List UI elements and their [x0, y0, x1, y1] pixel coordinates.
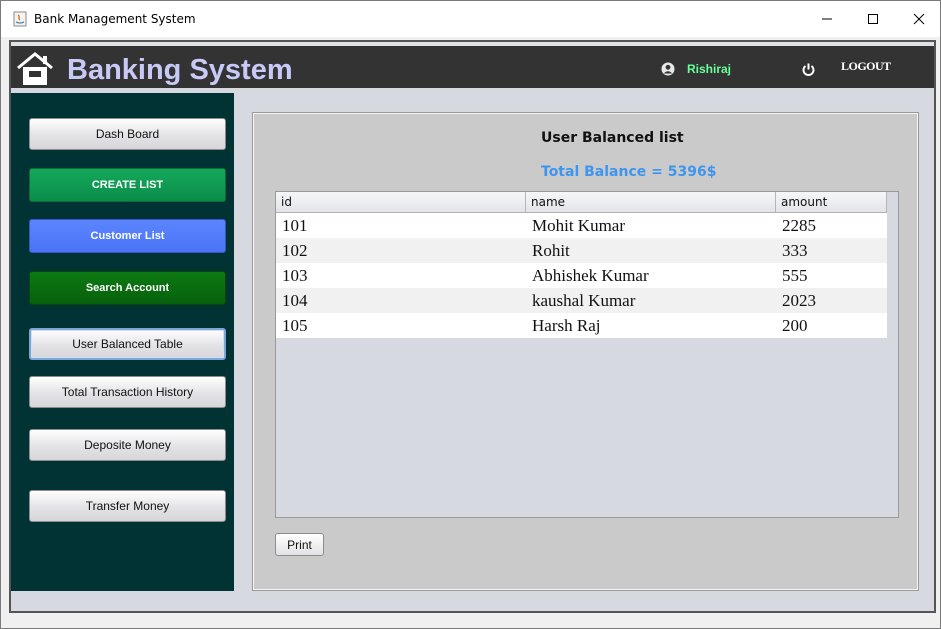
- cell-id: 104: [282, 291, 308, 310]
- maximize-icon: [868, 14, 878, 24]
- close-icon: [913, 13, 925, 25]
- cell-amount: 333: [782, 241, 808, 260]
- deposit-money-button[interactable]: Deposite Money: [29, 429, 226, 461]
- cell-name: Mohit Kumar: [532, 216, 626, 235]
- table-row[interactable]: 103 Abhishek Kumar 555: [276, 263, 887, 288]
- table-row[interactable]: 105 Harsh Raj 200: [276, 313, 887, 338]
- close-button[interactable]: [896, 1, 941, 37]
- cell-name: Rohit: [532, 241, 570, 260]
- logout-button[interactable]: LOGOUT: [841, 59, 891, 74]
- cell-name: Abhishek Kumar: [532, 266, 649, 285]
- table-row[interactable]: 102 Rohit 333: [276, 238, 887, 263]
- sidebar: Dash Board CREATE LIST Customer List Sea…: [11, 93, 234, 591]
- frame-bottom-strip: [11, 591, 934, 611]
- user-icon: [661, 62, 675, 76]
- title-bar[interactable]: Bank Management System: [1, 1, 940, 37]
- minimize-button[interactable]: [804, 1, 850, 37]
- java-app-icon: [13, 11, 27, 27]
- balance-table[interactable]: id name amount 101 Mohit Kumar 2285 102 …: [275, 191, 899, 518]
- content-panel: User Balanced list Total Balance = 5396$…: [252, 112, 919, 591]
- column-header-name[interactable]: name: [526, 192, 776, 213]
- cell-amount: 2285: [782, 216, 816, 235]
- cell-id: 103: [282, 266, 308, 285]
- main-frame: Banking System Rishiraj LOGOUT Dash Boar…: [9, 40, 936, 613]
- table-row[interactable]: 101 Mohit Kumar 2285: [276, 213, 887, 238]
- maximize-button[interactable]: [850, 1, 896, 37]
- cell-name: kaushal Kumar: [532, 291, 636, 310]
- customer-list-button[interactable]: Customer List: [29, 219, 226, 253]
- app-window: Bank Management System Banking System Ri…: [0, 0, 941, 629]
- cell-amount: 555: [782, 266, 808, 285]
- window-title: Bank Management System: [34, 12, 196, 26]
- minimize-icon: [822, 18, 832, 20]
- column-header-amount[interactable]: amount: [776, 192, 887, 213]
- transfer-money-button[interactable]: Transfer Money: [29, 490, 226, 522]
- cell-amount: 200: [782, 316, 808, 335]
- create-list-button[interactable]: CREATE LIST: [29, 168, 226, 202]
- app-header: Banking System Rishiraj LOGOUT: [11, 46, 934, 88]
- power-icon[interactable]: [801, 62, 816, 77]
- search-account-button[interactable]: Search Account: [29, 271, 226, 305]
- username-label: Rishiraj: [687, 62, 732, 76]
- cell-name: Harsh Raj: [532, 316, 601, 335]
- print-button[interactable]: Print: [275, 533, 324, 556]
- cell-amount: 2023: [782, 291, 816, 310]
- cell-id: 105: [282, 316, 308, 335]
- cell-id: 102: [282, 241, 308, 260]
- total-balance-label: Total Balance = 5396$: [541, 164, 717, 180]
- user-balanced-table-button[interactable]: User Balanced Table: [29, 328, 226, 360]
- house-icon: [17, 52, 53, 85]
- table-row[interactable]: 104 kaushal Kumar 2023: [276, 288, 887, 313]
- column-header-id[interactable]: id: [276, 192, 526, 213]
- cell-id: 101: [282, 216, 308, 235]
- table-body: 101 Mohit Kumar 2285 102 Rohit 333 103 A…: [276, 213, 887, 338]
- table-header: id name amount: [276, 192, 887, 213]
- brand-title: Banking System: [67, 54, 293, 86]
- transaction-history-button[interactable]: Total Transaction History: [29, 376, 226, 408]
- page-title: User Balanced list: [541, 130, 684, 146]
- dashboard-button[interactable]: Dash Board: [29, 118, 226, 150]
